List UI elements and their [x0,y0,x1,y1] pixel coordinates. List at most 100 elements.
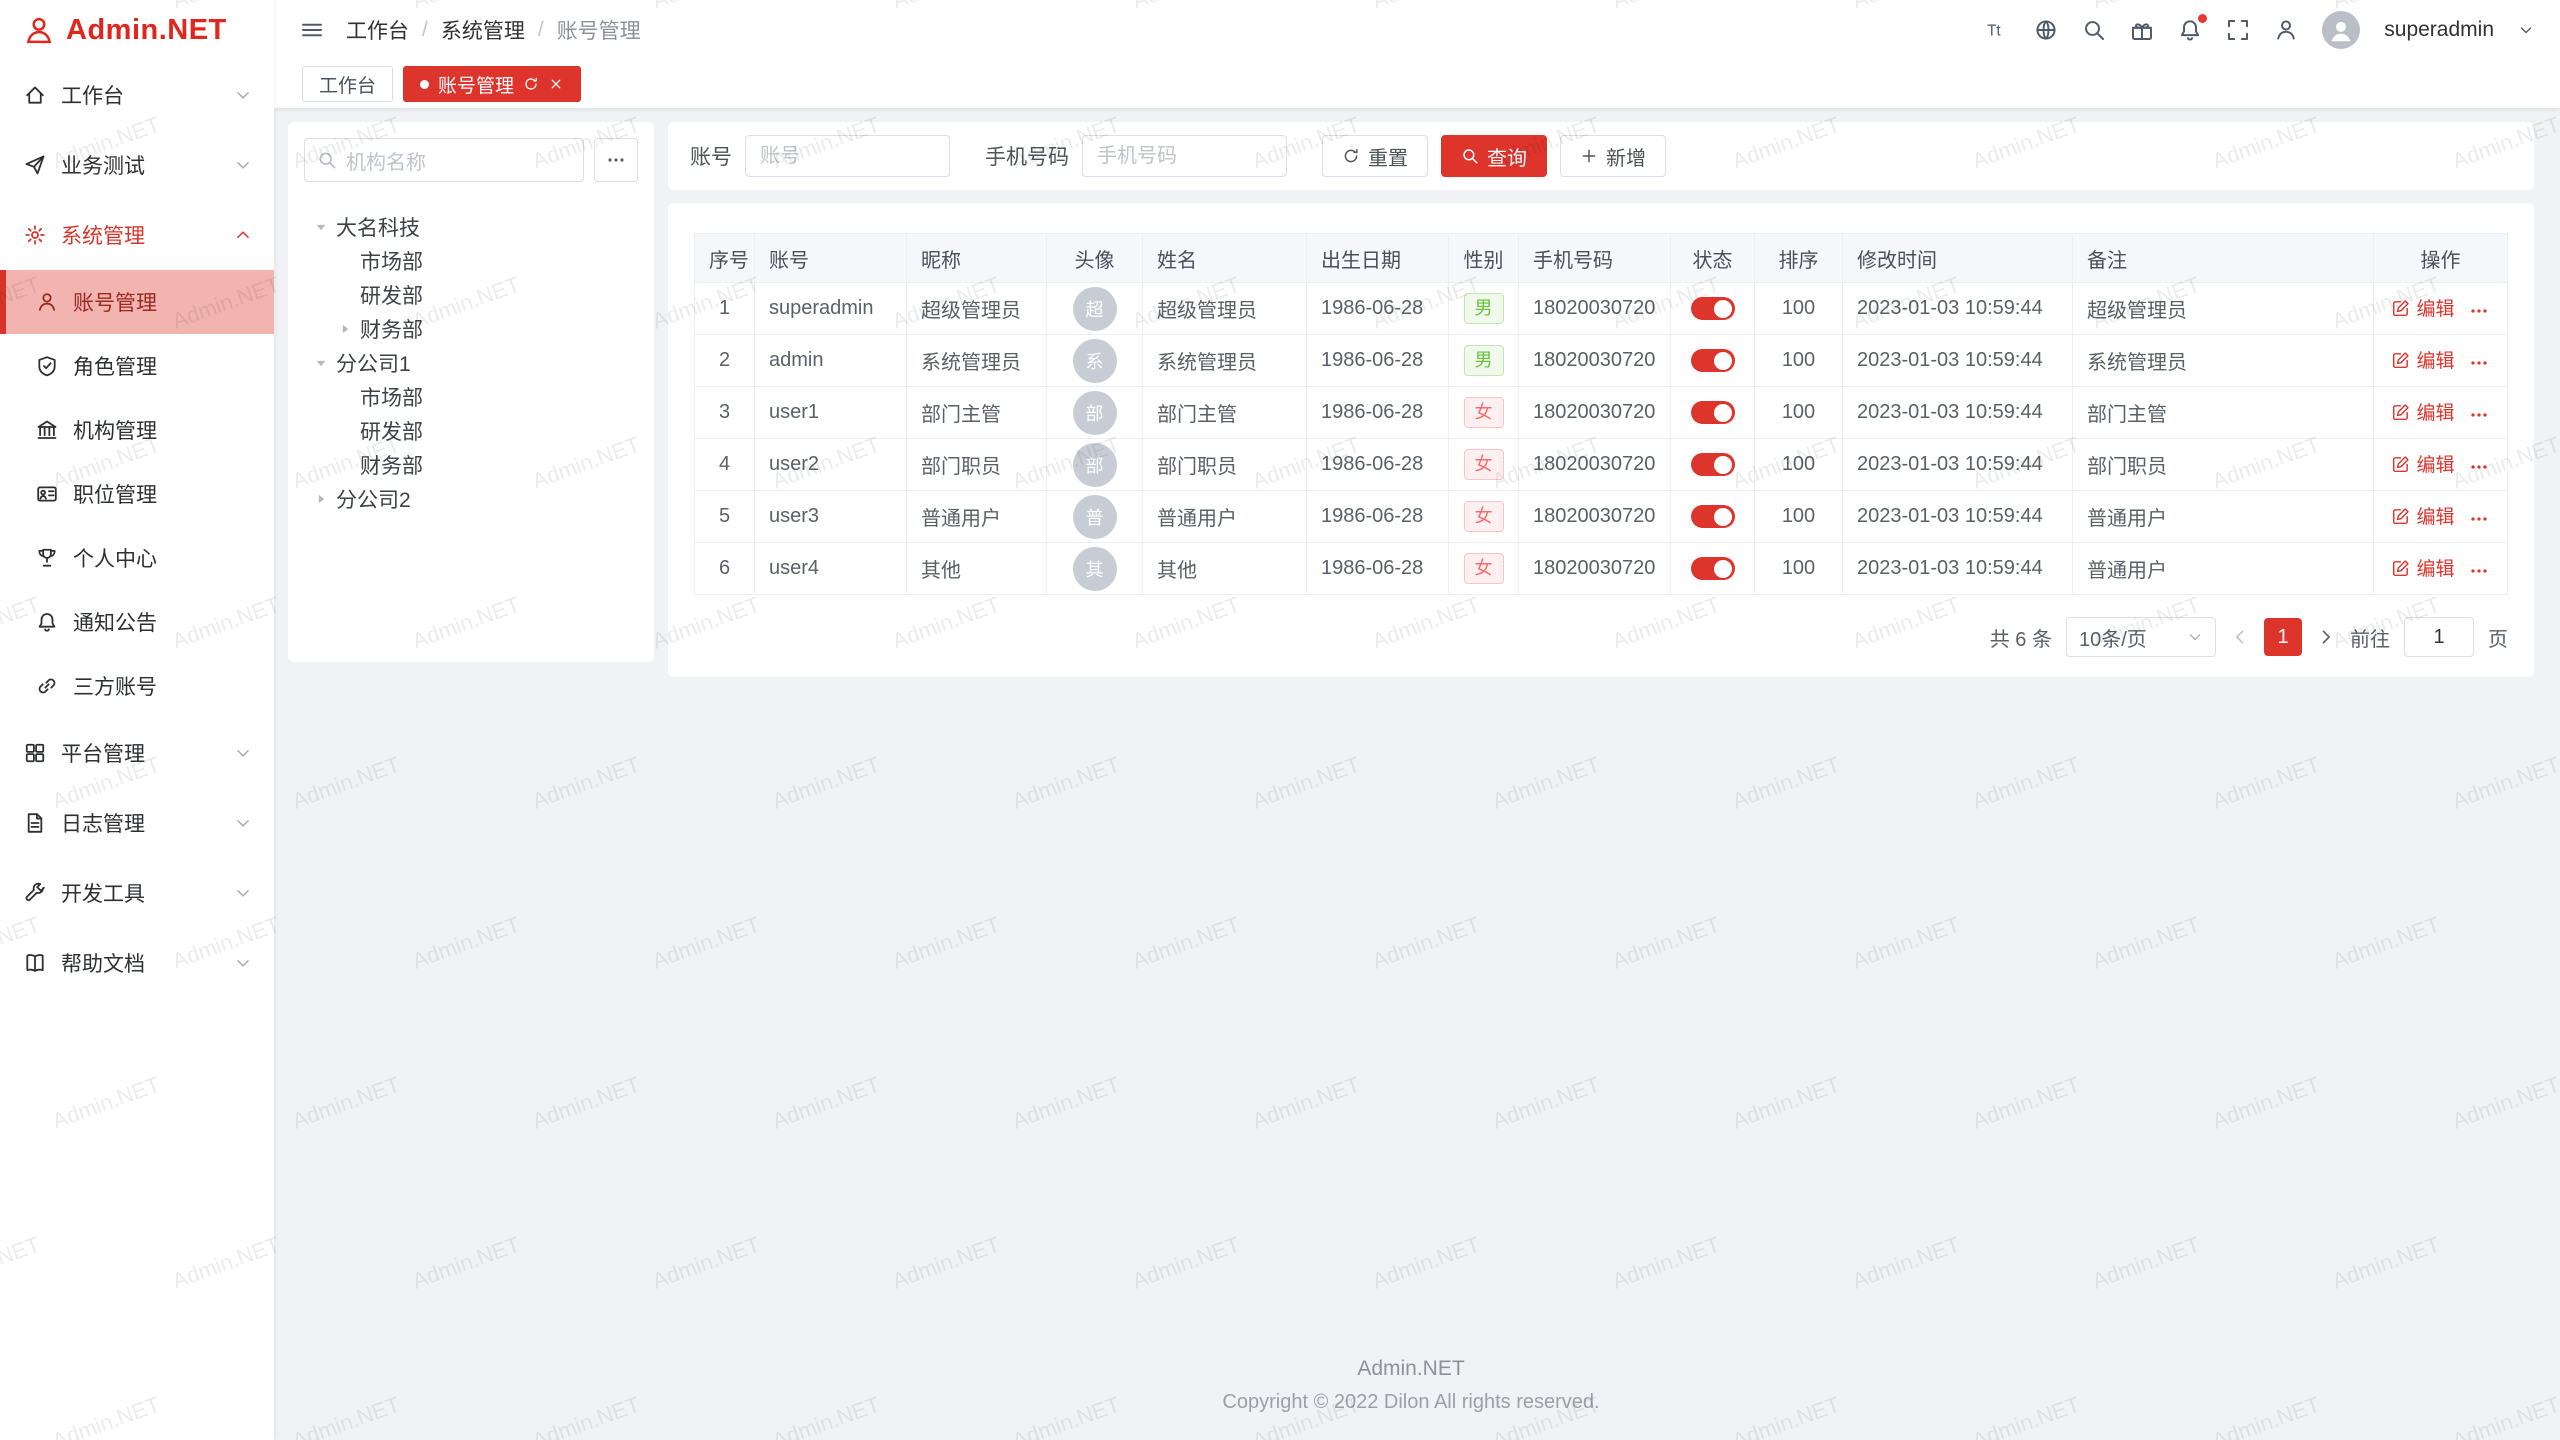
cell-remark: 普通用户 [2073,543,2374,595]
user-avatar[interactable] [2322,11,2360,49]
goto-page-input[interactable] [2404,617,2474,657]
more-dots-icon [606,150,626,170]
status-toggle[interactable] [1691,453,1735,476]
font-size-icon[interactable]: Tt [1986,18,2010,42]
logo-bust-icon [24,15,54,45]
tree-node[interactable]: 分公司1 [304,346,638,380]
position-icon [36,483,58,505]
more-actions-button[interactable] [2469,405,2489,425]
reset-button[interactable]: 重置 [1322,135,1428,177]
caret-down-icon[interactable] [310,352,332,374]
goto-label: 前往 [2350,623,2390,652]
phone-filter-input[interactable] [1082,135,1287,177]
tree-node[interactable]: 大名科技 [304,210,638,244]
caret-right-icon[interactable] [334,318,356,340]
tree-node[interactable]: 财务部 [304,448,638,482]
edit-icon [2392,455,2410,473]
sidebar-item-third-party-account[interactable]: 三方账号 [0,654,274,718]
close-icon[interactable] [548,76,564,92]
sidebar-item-help-docs[interactable]: 帮助文档 [0,928,274,998]
tree-node[interactable]: 财务部 [304,312,638,346]
more-actions-button[interactable] [2469,301,2489,321]
search-icon [317,150,337,170]
cell-account: user2 [755,439,907,491]
tree-node[interactable]: 市场部 [304,244,638,278]
edit-button[interactable]: 编辑 [2392,398,2454,425]
edit-button[interactable]: 编辑 [2392,294,2454,321]
tab-workbench[interactable]: 工作台 [302,66,393,102]
sidebar-item-position-management[interactable]: 职位管理 [0,462,274,526]
status-toggle[interactable] [1691,557,1735,580]
cell-modified-time: 2023-01-03 10:59:44 [1843,335,2073,387]
org-search-input[interactable]: 机构名称 [304,138,584,182]
page-number-button[interactable]: 1 [2264,618,2302,656]
edit-button[interactable]: 编辑 [2392,346,2454,373]
sidebar-item-system-management[interactable]: 系统管理 [0,200,274,270]
status-toggle[interactable] [1691,505,1735,528]
tree-node[interactable]: 研发部 [304,278,638,312]
sidebar-item-log-management[interactable]: 日志管理 [0,788,274,858]
tree-node-label: 研发部 [360,280,423,310]
cell-index: 3 [695,387,755,439]
status-toggle[interactable] [1691,401,1735,424]
sidebar-item-notice-announcement[interactable]: 通知公告 [0,590,274,654]
column-header: 账号 [755,234,907,283]
breadcrumb-item-workbench[interactable]: 工作台 [346,15,409,45]
sidebar-item-workbench[interactable]: 工作台 [0,60,274,130]
sidebar-menu: 工作台业务测试系统管理账号管理角色管理机构管理职位管理个人中心通知公告三方账号平… [0,60,274,998]
username[interactable]: superadmin [2384,18,2494,42]
sidebar-item-account-management[interactable]: 账号管理 [0,270,274,334]
more-actions-button[interactable] [2469,457,2489,477]
total-count: 共 6 条 [1990,623,2052,652]
tab-account-management[interactable]: 账号管理 [403,66,581,102]
theme-icon[interactable] [2130,18,2154,42]
chevron-down-icon[interactable] [2518,22,2534,38]
phone-filter-label: 手机号码 [985,141,1069,171]
more-actions-button[interactable] [2469,353,2489,373]
cell-phone: 18020030720 [1519,491,1671,543]
cell-nickname: 超级管理员 [907,283,1047,335]
profile-icon[interactable] [2274,18,2298,42]
query-button[interactable]: 查询 [1441,135,1547,177]
status-toggle[interactable] [1691,297,1735,320]
fullscreen-icon[interactable] [2226,18,2250,42]
status-toggle[interactable] [1691,349,1735,372]
edit-button[interactable]: 编辑 [2392,554,2454,581]
account-filter-input[interactable] [745,135,950,177]
page-size-select[interactable]: 10条/页 [2066,617,2216,657]
search-icon[interactable] [2082,18,2106,42]
tree-node[interactable]: 研发部 [304,414,638,448]
sidebar-item-role-management[interactable]: 角色管理 [0,334,274,398]
cell-order: 100 [1755,335,1843,387]
notification-bell-icon[interactable] [2178,18,2202,42]
home-icon [24,84,46,106]
sidebar-item-label: 业务测试 [61,150,145,180]
sidebar-item-dev-tools[interactable]: 开发工具 [0,858,274,928]
sidebar-item-platform-management[interactable]: 平台管理 [0,718,274,788]
caret-down-icon[interactable] [310,216,332,238]
more-actions-button[interactable] [2469,509,2489,529]
more-actions-button[interactable] [2469,561,2489,581]
breadcrumb-item-system[interactable]: 系统管理 [441,15,525,45]
prev-page-button[interactable] [2230,627,2250,647]
cell-order: 100 [1755,491,1843,543]
tree-node[interactable]: 分公司2 [304,482,638,516]
sidebar-item-business-test[interactable]: 业务测试 [0,130,274,200]
refresh-icon[interactable] [523,76,539,92]
add-button[interactable]: 新增 [1560,135,1666,177]
tree-node-label: 财务部 [360,450,423,480]
chevron-up-icon [234,226,252,244]
sidebar-item-personal-center[interactable]: 个人中心 [0,526,274,590]
sidebar-item-org-management[interactable]: 机构管理 [0,398,274,462]
hamburger-menu-icon[interactable] [300,18,324,42]
caret-right-icon[interactable] [310,488,332,510]
cell-birthdate: 1986-06-28 [1307,439,1449,491]
tree-node[interactable]: 市场部 [304,380,638,414]
next-page-button[interactable] [2316,627,2336,647]
user-table: 序号账号昵称头像姓名出生日期性别手机号码状态排序修改时间备注操作 1supera… [694,233,2508,595]
edit-button[interactable]: 编辑 [2392,502,2454,529]
locale-icon[interactable] [2034,18,2058,42]
edit-button[interactable]: 编辑 [2392,450,2454,477]
org-more-button[interactable] [594,138,638,182]
column-header: 排序 [1755,234,1843,283]
